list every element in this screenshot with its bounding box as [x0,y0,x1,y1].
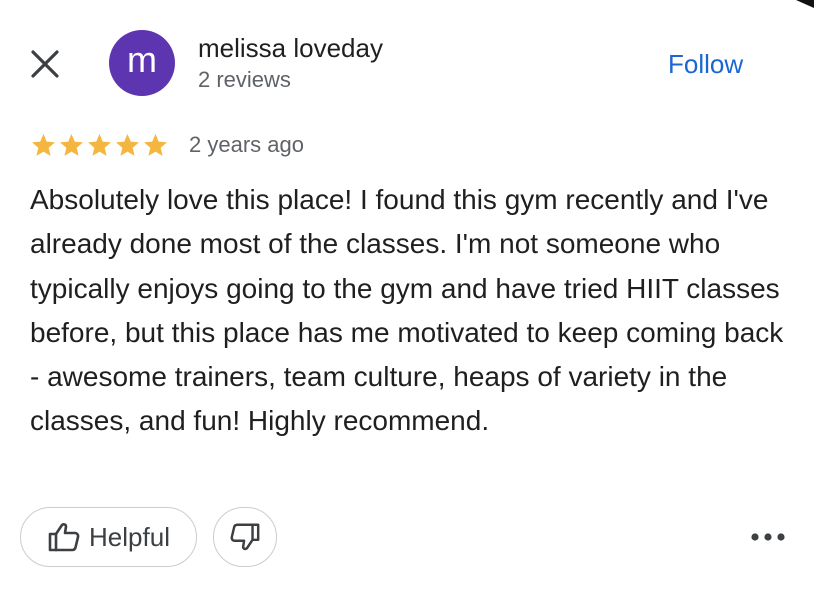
review-detail-page: m melissa loveday 2 reviews Follow 2 yea… [0,0,814,614]
thumbs-up-icon [48,522,80,552]
not-helpful-button[interactable] [213,507,277,567]
star-rating [30,132,169,159]
star-icon [60,133,83,156]
star-icon [144,133,167,156]
thumbs-down-icon [230,523,260,551]
helpful-label: Helpful [89,521,170,552]
avatar-letter: m [127,39,157,80]
star-icon [116,133,139,156]
rating-row: 2 years ago [30,128,304,162]
helpful-button[interactable]: Helpful [20,507,197,567]
review-actions: Helpful [20,507,277,567]
author-name[interactable]: melissa loveday [198,33,383,64]
more-options-button[interactable] [742,518,794,556]
follow-button[interactable]: Follow [654,44,757,84]
avatar[interactable]: m [109,30,175,96]
star-icon [32,133,55,156]
corner-decoration [796,0,814,8]
review-time: 2 years ago [189,132,304,157]
review-text: Absolutely love this place! I found this… [30,184,784,437]
close-button[interactable] [27,46,63,82]
close-icon [31,50,59,78]
more-horizontal-icon [751,533,785,541]
author-review-count: 2 reviews [198,67,291,92]
star-icon [88,133,111,156]
